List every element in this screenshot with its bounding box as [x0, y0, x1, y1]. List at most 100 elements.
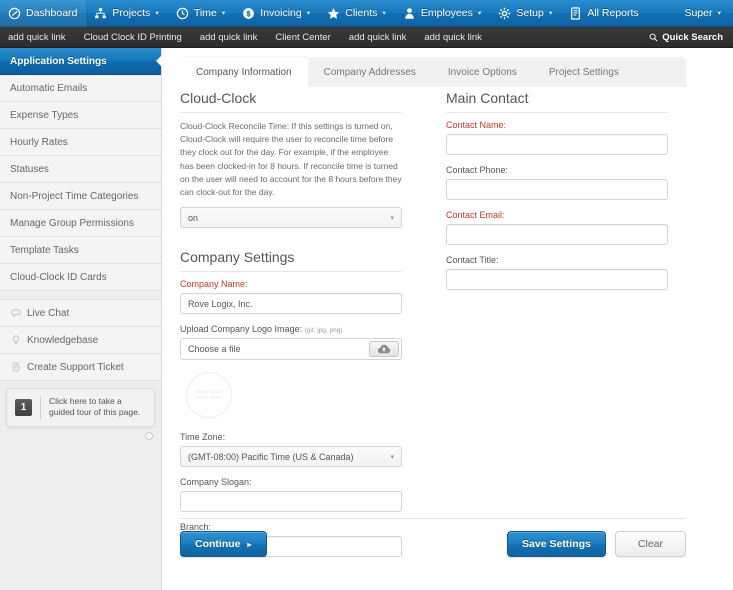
- quick-link-bar: add quick link Cloud Clock ID Printing add…: [0, 27, 733, 48]
- dashboard-icon: [8, 7, 21, 19]
- tab-project-settings[interactable]: Project Settings: [533, 57, 635, 87]
- nav-item-label: All Reports: [587, 7, 639, 19]
- guided-tour-step-number: 1: [15, 398, 32, 416]
- guided-tour-tooltip[interactable]: 1 Click here to take a guided tour of th…: [6, 388, 155, 427]
- continue-button-label: Continue: [195, 538, 241, 550]
- nav-item-label: Time: [193, 7, 217, 19]
- sidebar-item-cloud-clock-id-cards[interactable]: Cloud-Clock ID Cards: [0, 264, 161, 291]
- timezone-select[interactable]: (GMT-08:00) Pacific Time (US & Canada) ▾: [180, 446, 402, 468]
- contact-title-input[interactable]: [446, 269, 668, 290]
- contact-name-label: Contact Name:: [446, 120, 507, 130]
- quick-search-button[interactable]: Quick Search: [649, 32, 733, 43]
- nav-item-time[interactable]: Time ▾: [168, 0, 234, 27]
- main-contact-heading: Main Contact: [446, 87, 668, 113]
- right-column: Main Contact Contact Name: Contact Phone:…: [446, 87, 668, 300]
- sidebar-item-label: Live Chat: [27, 307, 70, 319]
- sidebar-item-template-tasks[interactable]: Template Tasks: [0, 237, 161, 264]
- sidebar-item-label: Statuses: [10, 163, 49, 175]
- company-name-label: Company Name:: [180, 279, 248, 290]
- nav-item-label: Clients: [345, 7, 378, 19]
- sidebar-item-hourly-rates[interactable]: Hourly Rates: [0, 129, 161, 156]
- ticket-icon: [12, 362, 19, 372]
- contact-email-input[interactable]: [446, 224, 668, 245]
- tab-company-addresses[interactable]: Company Addresses: [308, 57, 432, 87]
- company-slogan-label: Company Slogan:: [180, 477, 252, 488]
- user-menu[interactable]: Super ▾: [676, 0, 733, 27]
- file-chooser-placeholder: Choose a file: [188, 344, 241, 355]
- sidebar-item-automatic-emails[interactable]: Automatic Emails: [0, 75, 161, 102]
- person-icon-wrap: [403, 7, 416, 20]
- chevron-down-icon: ▾: [717, 9, 721, 17]
- clear-button[interactable]: Clear: [614, 531, 686, 557]
- quick-link-0[interactable]: add quick link: [0, 27, 75, 48]
- person-icon: [405, 7, 414, 19]
- tab-invoice-options[interactable]: Invoice Options: [432, 57, 533, 87]
- sidebar-item-label: Hourly Rates: [10, 136, 68, 148]
- nav-item-setup[interactable]: Setup ▾: [490, 0, 561, 27]
- contact-phone-input[interactable]: [446, 179, 668, 200]
- cloud-clock-heading: Cloud-Clock: [180, 87, 402, 113]
- company-slogan-input[interactable]: [180, 491, 402, 513]
- sidebar-item-label: Expense Types: [10, 109, 79, 121]
- sidebar-item-label: Manage Group Permissions: [10, 217, 134, 229]
- upload-logo-hint: (gif, jpg, png): [304, 327, 343, 335]
- continue-button[interactable]: Continue ▸: [180, 531, 267, 557]
- contact-phone-field: Contact Phone:: [446, 165, 668, 200]
- quick-link-4[interactable]: add quick link: [340, 27, 416, 48]
- nav-item-clients[interactable]: Clients ▾: [319, 0, 395, 27]
- contact-email-field: Contact Email:: [446, 210, 668, 245]
- guided-tour-wrapper: 1 Click here to take a guided tour of th…: [6, 388, 155, 440]
- ticket-icon-wrap: [10, 362, 21, 372]
- projects-icon-wrap: [94, 7, 107, 20]
- sidebar-support-list: Live Chat Knowledgebase Create Support Tic…: [0, 300, 161, 381]
- chat-bubble-icon-wrap: [10, 308, 21, 318]
- sidebar-item-create-support-ticket[interactable]: Create Support Ticket: [0, 354, 161, 381]
- sidebar-item-manage-group-permissions[interactable]: Manage Group Permissions: [0, 210, 161, 237]
- nav-item-dashboard[interactable]: Dashboard: [0, 0, 87, 27]
- nav-item-label: Dashboard: [26, 7, 78, 19]
- company-settings-heading: Company Settings: [180, 246, 402, 273]
- sidebar-item-statuses[interactable]: Statuses: [0, 156, 161, 183]
- company-slogan-field: Company Slogan:: [180, 477, 402, 513]
- sidebar-item-label: Template Tasks: [10, 244, 79, 256]
- nav-item-invoicing[interactable]: $ Invoicing ▾: [234, 0, 319, 27]
- sidebar-item-application-settings[interactable]: Application Settings: [0, 48, 162, 75]
- company-name-input[interactable]: [180, 293, 402, 315]
- quick-link-5[interactable]: add quick link: [415, 27, 491, 48]
- sidebar-item-label: Knowledgebase: [27, 334, 99, 346]
- quick-link-3[interactable]: Client Center: [266, 27, 339, 48]
- contact-name-input[interactable]: [446, 134, 668, 155]
- svg-text:$: $: [247, 9, 252, 18]
- top-navigation-bar: Dashboard Projects ▾ Time ▾ $ Invoicing ▾ Client…: [0, 0, 733, 27]
- reports-icon: [571, 6, 581, 20]
- actions-row: Continue ▸ Save Settings Clear: [180, 531, 686, 557]
- sidebar-item-knowledgebase[interactable]: Knowledgebase: [0, 327, 161, 354]
- reconcile-time-select[interactable]: on ▾: [180, 207, 402, 229]
- cloud-upload-button[interactable]: [369, 341, 399, 358]
- contact-name-field: Contact Name:: [446, 120, 668, 155]
- tab-company-information[interactable]: Company Information: [180, 57, 308, 87]
- save-settings-button[interactable]: Save Settings: [507, 531, 606, 557]
- dollar-icon-wrap: $: [242, 7, 255, 20]
- upload-logo-label: Upload Company Logo Image: (gif, jpg, pn…: [180, 324, 402, 334]
- gear-icon: [499, 7, 511, 19]
- sidebar-item-non-project-time-categories[interactable]: Non-Project Time Categories: [0, 183, 161, 210]
- nav-item-all-reports[interactable]: All Reports: [561, 0, 647, 27]
- sidebar-item-label: Create Support Ticket: [27, 361, 124, 373]
- sidebar-item-expense-types[interactable]: Expense Types: [0, 102, 161, 129]
- guided-tour-close-dot[interactable]: [145, 432, 153, 440]
- main-content-panel: Company Information Company Addresses Invo…: [162, 48, 733, 590]
- sidebar-item-live-chat[interactable]: Live Chat: [0, 300, 161, 327]
- nav-item-employees[interactable]: Employees ▾: [395, 0, 490, 27]
- star-icon: [328, 7, 340, 19]
- quick-link-2[interactable]: add quick link: [191, 27, 267, 48]
- chevron-down-icon: ▾: [477, 9, 482, 17]
- timezone-value: (GMT-08:00) Pacific Time (US & Canada): [188, 451, 354, 462]
- projects-icon: [95, 7, 107, 18]
- nav-item-projects[interactable]: Projects ▾: [86, 0, 167, 27]
- file-chooser[interactable]: Choose a file: [180, 338, 402, 361]
- quick-link-1[interactable]: Cloud Clock ID Printing: [75, 27, 191, 48]
- guided-tour-text: Click here to take a guided tour of this…: [40, 396, 146, 419]
- quick-search-label: Quick Search: [662, 31, 723, 43]
- sidebar-item-label: Cloud-Clock ID Cards: [10, 271, 107, 283]
